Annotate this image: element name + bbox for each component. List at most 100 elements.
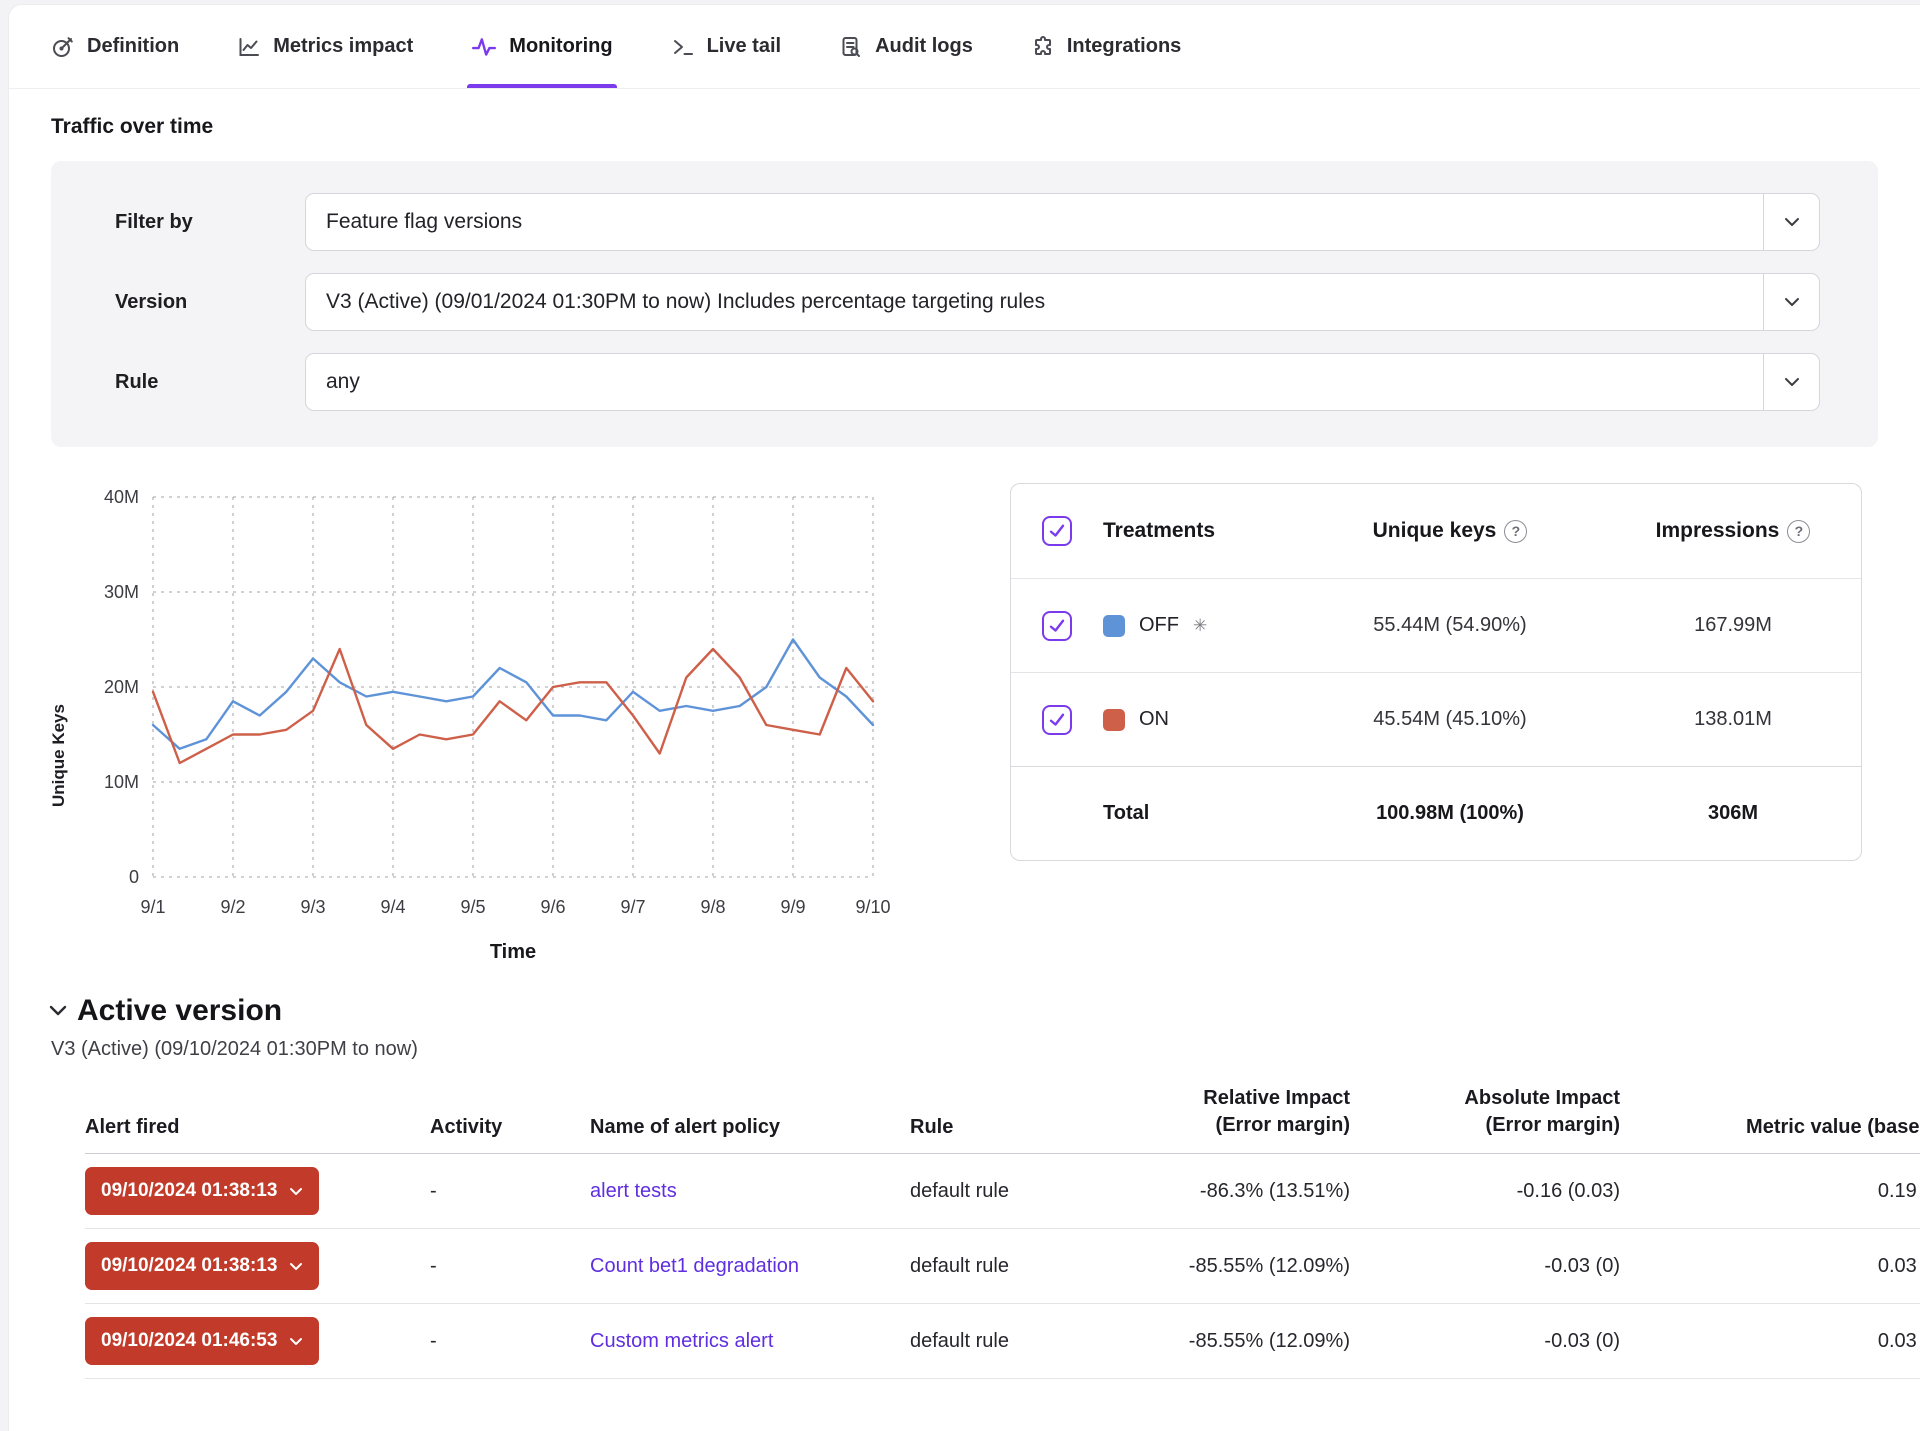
version-label: Version [115, 291, 305, 314]
svg-text:0: 0 [129, 867, 139, 887]
metric-value: 0.19 ( [1670, 1180, 1920, 1203]
alert-activity: - [430, 1255, 590, 1278]
active-version-title: Active version [77, 994, 282, 1028]
select-all-checkbox[interactable] [1042, 516, 1072, 546]
traffic-section: Unique Keys 010M20M30M40M9/19/29/39/49/5… [9, 447, 1920, 964]
rule-header: Rule [910, 1116, 1120, 1139]
x-axis-label: Time [153, 941, 873, 964]
version-value: V3 (Active) (09/01/2024 01:30PM to now) … [306, 290, 1763, 314]
alert-row: 09/10/2024 01:46:53 - Custom metrics ale… [85, 1304, 1920, 1379]
relative-impact-value: -85.55% (12.09%) [1120, 1330, 1390, 1353]
alert-rule: default rule [910, 1255, 1120, 1278]
relative-impact-value: -86.3% (13.51%) [1120, 1180, 1390, 1203]
rule-label: Rule [115, 371, 305, 394]
monitoring-page: Definition Metrics impact Monitoring Liv… [8, 4, 1920, 1431]
y-axis-label: Unique Keys [49, 483, 83, 964]
treatment-name: ON [1139, 708, 1169, 731]
alert-fired-badge[interactable]: 09/10/2024 01:38:13 [85, 1242, 319, 1290]
tab-label: Integrations [1067, 35, 1181, 58]
alert-policy-link[interactable]: alert tests [590, 1180, 677, 1202]
filter-by-value: Feature flag versions [306, 210, 1763, 234]
activity-header: Activity [430, 1116, 590, 1139]
svg-text:9/8: 9/8 [700, 897, 725, 917]
tab-definition[interactable]: Definition [51, 5, 179, 88]
svg-text:30M: 30M [104, 582, 139, 602]
off-unique-keys: 55.44M (54.90%) [1295, 614, 1605, 637]
alert-policy-link[interactable]: Count bet1 degradation [590, 1255, 799, 1277]
metric-value: 0.03 ( [1670, 1330, 1920, 1353]
tab-metrics-impact[interactable]: Metrics impact [237, 5, 413, 88]
tab-monitoring[interactable]: Monitoring [471, 5, 612, 88]
rule-select[interactable]: any [305, 353, 1820, 411]
off-checkbox[interactable] [1042, 611, 1072, 641]
chevron-down-icon [1763, 194, 1819, 250]
treatments-header: Treatments [1103, 519, 1295, 543]
alert-fired-header: Alert fired [85, 1116, 430, 1139]
default-treatment-icon: ✳ [1193, 616, 1207, 636]
tab-bar: Definition Metrics impact Monitoring Liv… [9, 5, 1920, 89]
absolute-impact-value: -0.03 (0) [1390, 1255, 1670, 1278]
active-version-subtitle: V3 (Active) (09/10/2024 01:30PM to now) [51, 1038, 1920, 1061]
relative-impact-value: -85.55% (12.09%) [1120, 1255, 1390, 1278]
alert-activity: - [430, 1330, 590, 1353]
treatment-name: OFF [1139, 614, 1179, 637]
treatment-row-off: OFF ✳ 55.44M (54.90%) 167.99M [1011, 578, 1861, 672]
tab-label: Live tail [707, 35, 781, 58]
help-icon[interactable]: ? [1504, 520, 1527, 543]
metric-value-header: Metric value (basel [1670, 1116, 1920, 1139]
traffic-chart-area: Unique Keys 010M20M30M40M9/19/29/39/49/5… [49, 483, 895, 964]
traffic-line-chart: 010M20M30M40M9/19/29/39/49/59/69/79/89/9… [83, 483, 895, 935]
rule-value: any [306, 370, 1763, 394]
absolute-impact-value: -0.16 (0.03) [1390, 1180, 1670, 1203]
active-version-header: Active version [49, 994, 1920, 1028]
definition-icon [51, 35, 75, 59]
filter-panel: Filter by Feature flag versions Version … [51, 161, 1878, 447]
absolute-impact-header: Absolute Impact (Error margin) [1390, 1085, 1670, 1139]
svg-text:9/7: 9/7 [620, 897, 645, 917]
tab-label: Monitoring [509, 35, 612, 58]
alert-fired-badge[interactable]: 09/10/2024 01:38:13 [85, 1167, 319, 1215]
help-icon[interactable]: ? [1787, 520, 1810, 543]
audit-logs-icon [839, 35, 863, 59]
svg-text:20M: 20M [104, 677, 139, 697]
treatments-table: Treatments Unique keys ? Impressions ? O… [1010, 483, 1862, 861]
tab-live-tail[interactable]: Live tail [671, 5, 781, 88]
page-title: Traffic over time [51, 115, 1920, 139]
metrics-impact-icon [237, 35, 261, 59]
total-impressions: 306M [1605, 802, 1861, 825]
chevron-down-icon [1763, 354, 1819, 410]
svg-text:9/3: 9/3 [300, 897, 325, 917]
alert-policy-header: Name of alert policy [590, 1116, 910, 1139]
unique-keys-header: Unique keys [1373, 519, 1497, 543]
svg-text:9/6: 9/6 [540, 897, 565, 917]
total-label: Total [1103, 802, 1295, 825]
svg-text:9/10: 9/10 [855, 897, 890, 917]
monitoring-icon [471, 34, 497, 60]
alert-row: 09/10/2024 01:38:13 - alert tests defaul… [85, 1154, 1920, 1229]
tab-label: Audit logs [875, 35, 973, 58]
total-unique-keys: 100.98M (100%) [1295, 802, 1605, 825]
alert-policy-link[interactable]: Custom metrics alert [590, 1330, 773, 1352]
treatments-total-row: Total 100.98M (100%) 306M [1011, 766, 1861, 860]
alerts-table: Alert fired Activity Name of alert polic… [85, 1085, 1920, 1379]
svg-text:40M: 40M [104, 487, 139, 507]
collapse-chevron-icon[interactable] [49, 1005, 67, 1017]
tab-audit-logs[interactable]: Audit logs [839, 5, 973, 88]
tab-integrations[interactable]: Integrations [1031, 5, 1181, 88]
svg-text:9/4: 9/4 [380, 897, 405, 917]
live-tail-icon [671, 35, 695, 59]
relative-impact-header: Relative Impact (Error margin) [1120, 1085, 1390, 1139]
metric-value: 0.03 ( [1670, 1255, 1920, 1278]
svg-text:10M: 10M [104, 772, 139, 792]
integrations-icon [1031, 35, 1055, 59]
version-row: Version V3 (Active) (09/01/2024 01:30PM … [115, 273, 1820, 331]
version-select[interactable]: V3 (Active) (09/01/2024 01:30PM to now) … [305, 273, 1820, 331]
filter-by-select[interactable]: Feature flag versions [305, 193, 1820, 251]
svg-text:9/2: 9/2 [220, 897, 245, 917]
rule-row: Rule any [115, 353, 1820, 411]
absolute-impact-value: -0.03 (0) [1390, 1330, 1670, 1353]
svg-text:9/9: 9/9 [780, 897, 805, 917]
alert-fired-badge[interactable]: 09/10/2024 01:46:53 [85, 1317, 319, 1365]
treatment-row-on: ON 45.54M (45.10%) 138.01M [1011, 672, 1861, 766]
on-checkbox[interactable] [1042, 705, 1072, 735]
